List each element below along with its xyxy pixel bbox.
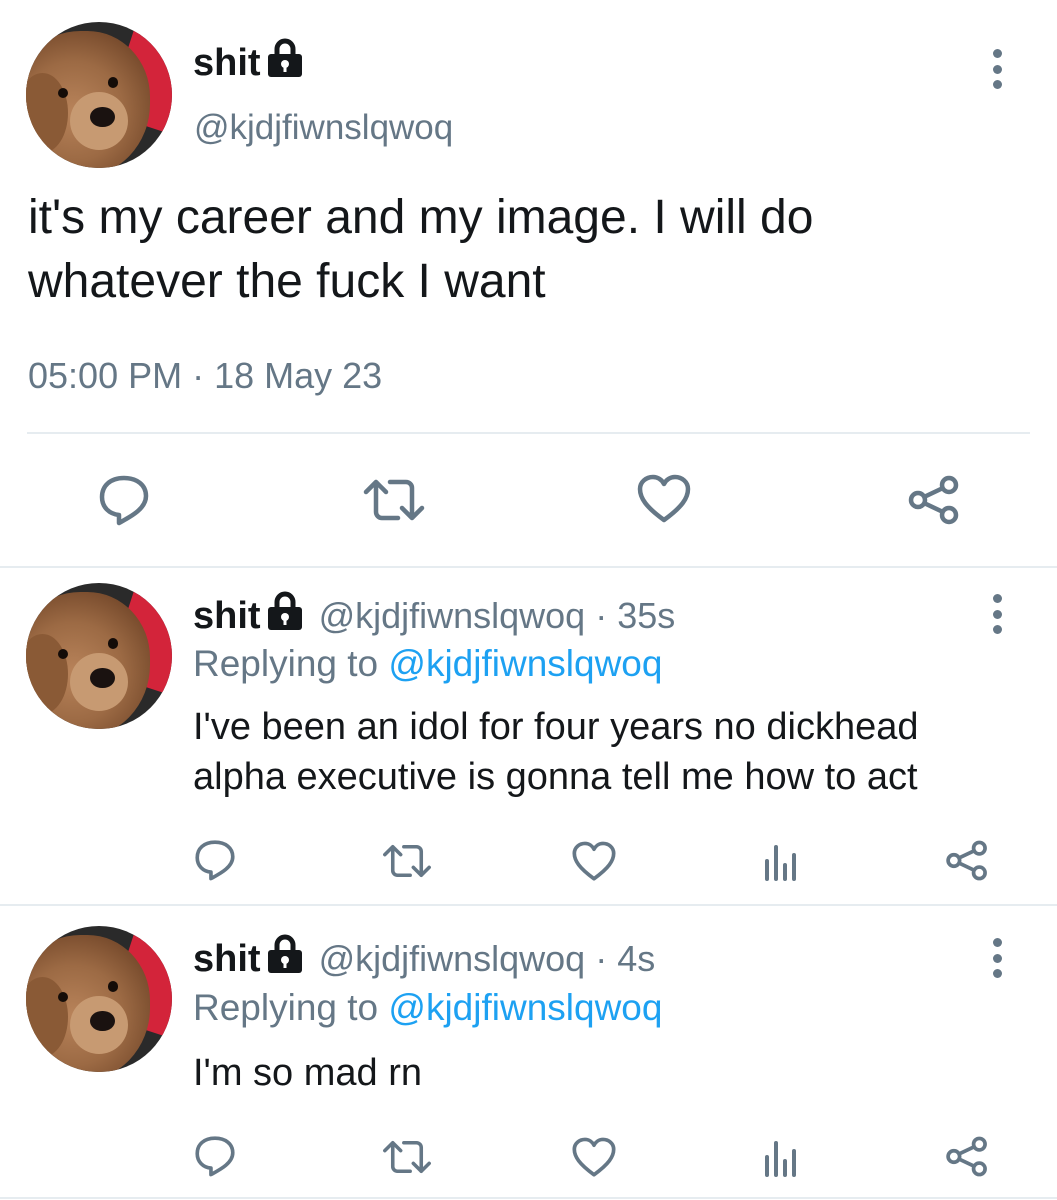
replying-to-prefix: Replying to <box>193 987 389 1028</box>
replying-to-link[interactable]: @kjdjfiwnslqwoq <box>388 987 662 1028</box>
retweet-icon[interactable] <box>381 1138 433 1176</box>
retweet-icon[interactable] <box>381 842 433 880</box>
reply-text-line-1: I'm so mad rn <box>193 1052 422 1094</box>
display-name-text: shit <box>193 41 261 84</box>
reply-icon[interactable] <box>192 1134 238 1178</box>
more-icon[interactable] <box>991 49 1003 89</box>
analytics-icon[interactable] <box>760 840 800 882</box>
like-icon[interactable] <box>571 840 617 882</box>
replying-to-prefix: Replying to <box>193 643 389 684</box>
analytics-icon[interactable] <box>760 1136 800 1178</box>
reply-header: shit @kjdjfiwnslqwoq · 35s <box>193 591 676 641</box>
handle-time[interactable]: @kjdjfiwnslqwoq · 4s <box>319 938 656 980</box>
more-icon[interactable] <box>991 594 1003 634</box>
divider <box>0 1197 1057 1199</box>
handle-time[interactable]: @kjdjfiwnslqwoq · 35s <box>319 595 676 637</box>
replying-to: Replying to @kjdjfiwnslqwoq <box>193 643 662 685</box>
display-name[interactable]: shit <box>193 595 261 638</box>
replying-to: Replying to @kjdjfiwnslqwoq <box>193 987 662 1029</box>
tweet-thread: shit @kjdjfiwnslqwoq it's my career and … <box>0 0 1057 1200</box>
timestamp[interactable]: 05:00 PM · 18 May 23 <box>28 355 382 397</box>
reply-text-line-2: alpha executive is gonna tell me how to … <box>193 756 918 798</box>
reply-text-line-1: I've been an idol for four years no dick… <box>193 706 919 748</box>
replying-to-link[interactable]: @kjdjfiwnslqwoq <box>388 643 662 684</box>
more-icon[interactable] <box>991 938 1003 978</box>
share-icon[interactable] <box>906 474 962 526</box>
like-icon[interactable] <box>571 1136 617 1178</box>
divider <box>0 566 1057 568</box>
like-icon[interactable] <box>636 474 692 524</box>
reply-icon[interactable] <box>192 838 238 882</box>
tweet-text-line-2: whatever the fuck I want <box>28 255 546 308</box>
display-name[interactable]: shit <box>193 38 303 88</box>
avatar[interactable] <box>26 583 172 729</box>
display-name[interactable]: shit <box>193 938 261 981</box>
avatar[interactable] <box>26 926 172 1072</box>
lock-icon <box>267 591 303 641</box>
retweet-icon[interactable] <box>362 476 426 524</box>
reply-header: shit @kjdjfiwnslqwoq · 4s <box>193 934 656 984</box>
lock-icon <box>267 38 303 88</box>
divider <box>27 432 1030 434</box>
tweet-text-line-1: it's my career and my image. I will do <box>28 191 814 244</box>
share-icon[interactable] <box>944 1134 990 1178</box>
share-icon[interactable] <box>944 838 990 882</box>
handle[interactable]: @kjdjfiwnslqwoq <box>194 108 453 148</box>
lock-icon <box>267 934 303 984</box>
avatar[interactable] <box>26 22 172 168</box>
divider <box>0 904 1057 906</box>
reply-icon[interactable] <box>96 474 152 526</box>
